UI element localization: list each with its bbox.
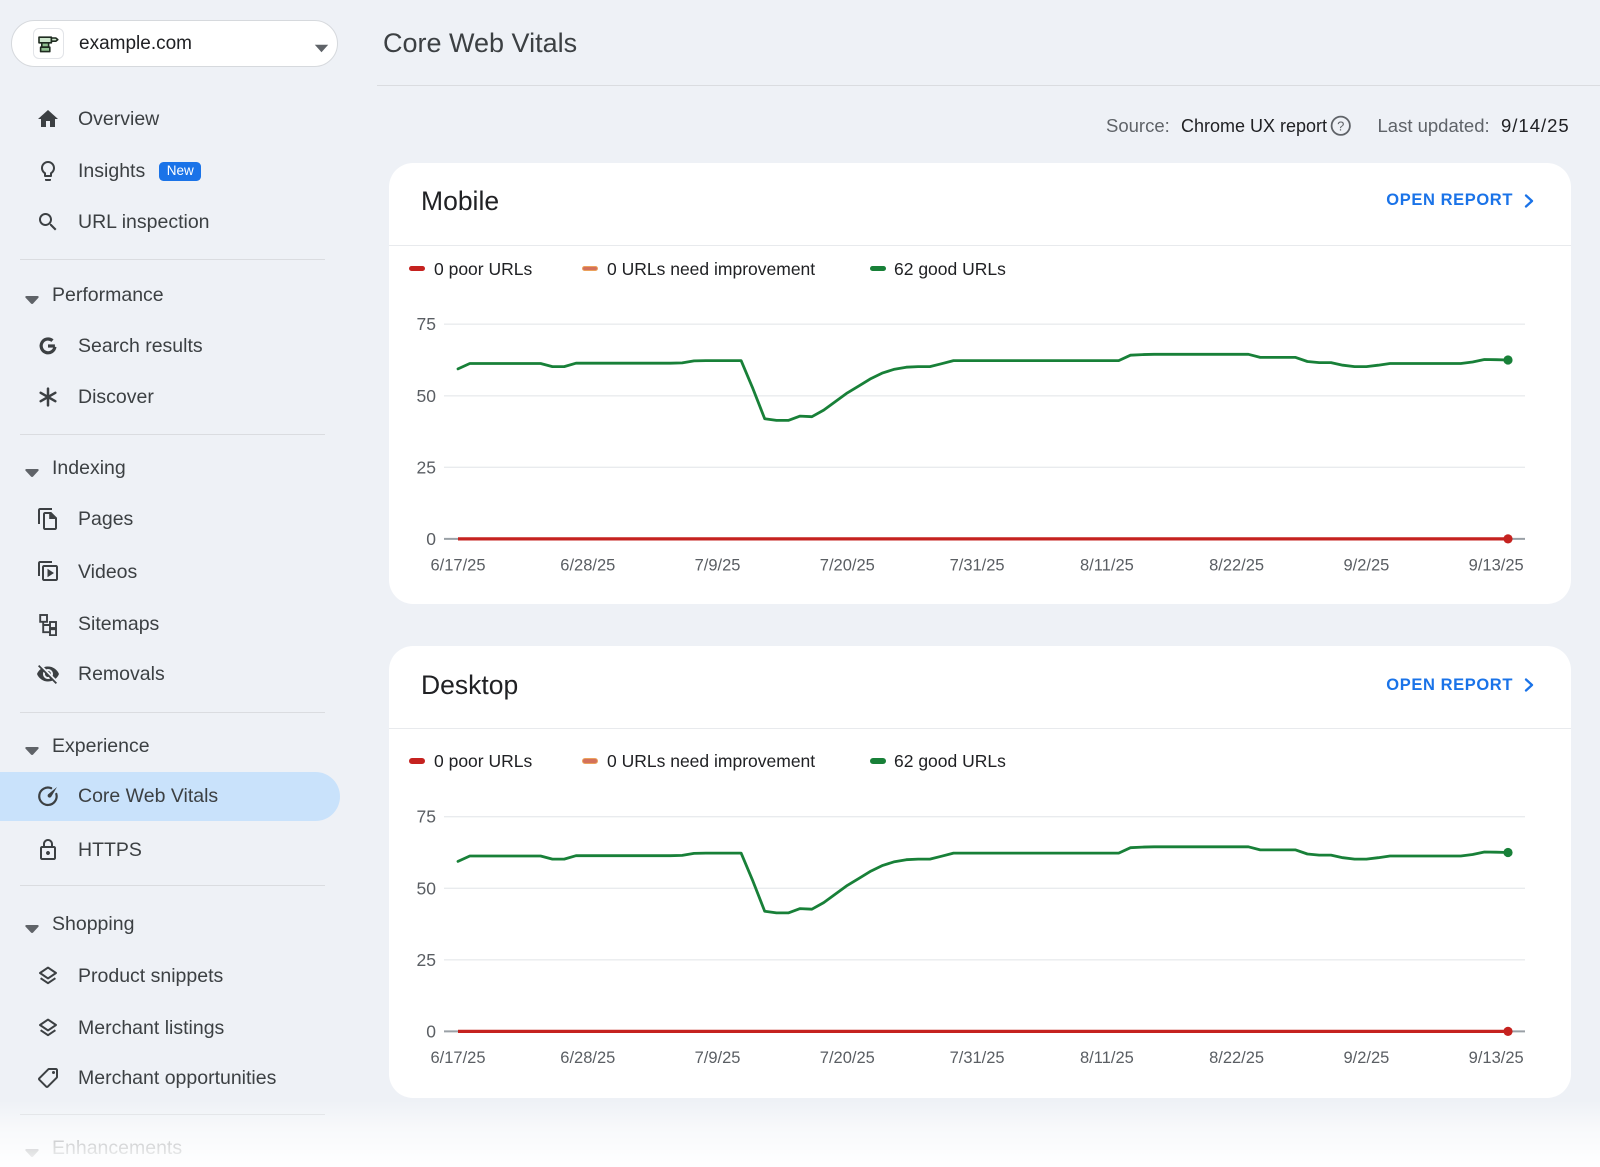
svg-text:25: 25 bbox=[417, 950, 436, 970]
svg-text:8/11/25: 8/11/25 bbox=[1080, 1049, 1134, 1067]
svg-text:8/22/25: 8/22/25 bbox=[1209, 556, 1264, 574]
svg-text:6/17/25: 6/17/25 bbox=[430, 1049, 485, 1067]
svg-text:75: 75 bbox=[417, 314, 436, 334]
svg-text:9/13/25: 9/13/25 bbox=[1469, 1049, 1524, 1067]
svg-text:50: 50 bbox=[417, 878, 437, 898]
svg-text:25: 25 bbox=[417, 457, 436, 477]
svg-text:9/2/25: 9/2/25 bbox=[1343, 1049, 1389, 1067]
svg-text:50: 50 bbox=[417, 385, 437, 405]
svg-text:?: ? bbox=[1337, 118, 1344, 133]
svg-text:6/28/25: 6/28/25 bbox=[560, 1049, 615, 1067]
svg-text:7/9/25: 7/9/25 bbox=[695, 556, 741, 574]
svg-text:7/31/25: 7/31/25 bbox=[950, 1049, 1005, 1067]
svg-text:0: 0 bbox=[426, 1021, 436, 1041]
svg-text:8/11/25: 8/11/25 bbox=[1080, 556, 1134, 574]
svg-text:9/13/25: 9/13/25 bbox=[1469, 556, 1524, 574]
svg-text:6/17/25: 6/17/25 bbox=[430, 556, 485, 574]
svg-text:7/31/25: 7/31/25 bbox=[950, 556, 1005, 574]
svg-text:8/22/25: 8/22/25 bbox=[1209, 1049, 1264, 1067]
svg-text:7/9/25: 7/9/25 bbox=[695, 1049, 741, 1067]
svg-text:6/28/25: 6/28/25 bbox=[560, 556, 615, 574]
svg-text:7/20/25: 7/20/25 bbox=[820, 556, 875, 574]
svg-text:75: 75 bbox=[417, 806, 436, 826]
svg-text:0: 0 bbox=[426, 528, 436, 548]
svg-text:9/2/25: 9/2/25 bbox=[1343, 556, 1389, 574]
svg-text:7/20/25: 7/20/25 bbox=[820, 1049, 875, 1067]
